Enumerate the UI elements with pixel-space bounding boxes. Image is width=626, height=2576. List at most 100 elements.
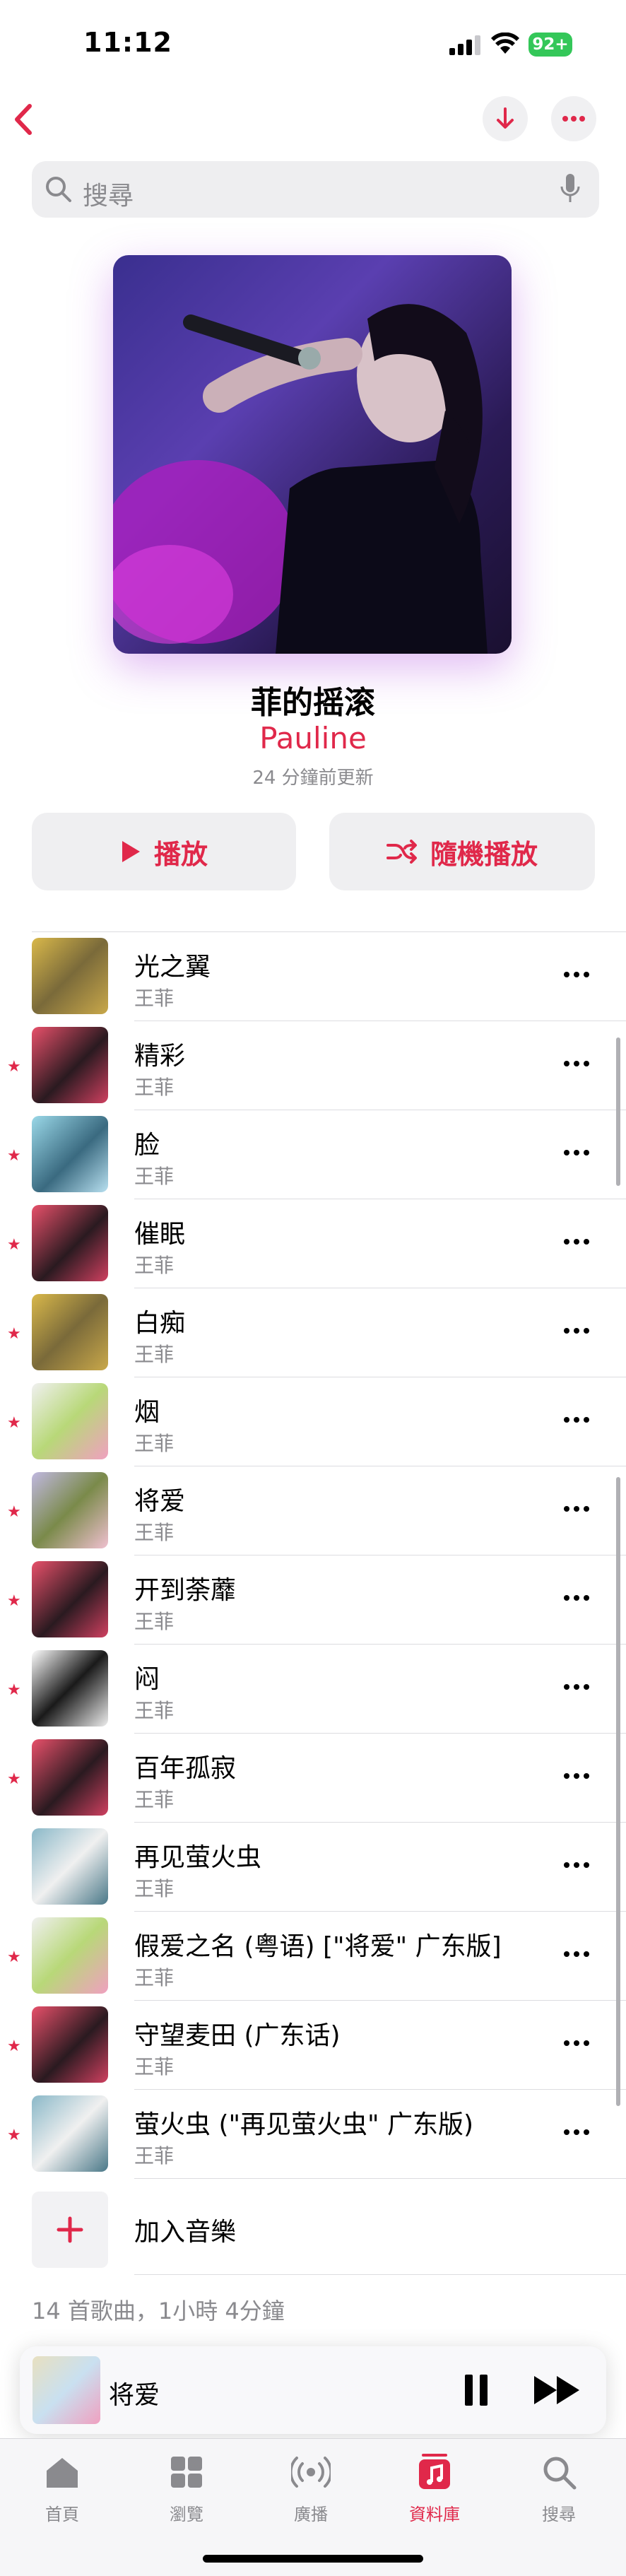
- song-more-button[interactable]: [564, 1057, 592, 1071]
- tab-radio[interactable]: 廣播: [268, 2452, 353, 2525]
- tab-library[interactable]: 資料庫: [392, 2452, 477, 2525]
- library-icon: [419, 2454, 450, 2489]
- song-artwork: [32, 938, 108, 1014]
- favorite-star-icon: ★: [7, 1236, 21, 1254]
- song-more-button[interactable]: [564, 1947, 592, 1961]
- song-title: 催眠: [134, 1220, 186, 1249]
- song-artwork: [32, 1383, 108, 1459]
- song-row[interactable]: ★ 百年孤寂 王菲: [0, 1734, 626, 1823]
- song-artwork: [32, 1561, 108, 1637]
- download-arrow-icon: [497, 107, 514, 129]
- plus-icon: [57, 2216, 83, 2243]
- song-more-button[interactable]: [564, 1858, 592, 1872]
- add-music-label: 加入音樂: [134, 2218, 237, 2247]
- song-artist: 王菲: [134, 1877, 175, 1900]
- song-row[interactable]: ★ 守望麦田 (广东话) 王菲: [0, 2001, 626, 2090]
- pause-icon[interactable]: [462, 2373, 490, 2407]
- song-artist: 王菲: [134, 1788, 175, 1811]
- song-more-button[interactable]: [564, 1146, 592, 1160]
- song-artwork: [32, 1828, 108, 1905]
- song-more-button[interactable]: [564, 1680, 592, 1694]
- favorite-star-icon: ★: [7, 1770, 21, 1788]
- shuffle-icon: [386, 840, 417, 864]
- song-artwork: [32, 1917, 108, 1994]
- song-row[interactable]: ★ 催眠 王菲: [0, 1199, 626, 1288]
- search-field[interactable]: 搜尋: [32, 161, 599, 218]
- home-indicator: [203, 2555, 423, 2563]
- shuffle-label: 隨機播放: [430, 838, 538, 870]
- song-row[interactable]: ★ 开到荼蘼 王菲: [0, 1555, 626, 1645]
- song-row[interactable]: ★ 脸王菲: [0, 1110, 626, 1199]
- song-row[interactable]: ★ 白痴 王菲: [0, 1288, 626, 1377]
- play-icon: [122, 841, 140, 862]
- forward-icon[interactable]: [533, 2375, 582, 2406]
- tab-browse[interactable]: 瀏覽: [144, 2452, 229, 2525]
- radio-icon: [289, 2457, 333, 2488]
- song-row[interactable]: ★ 萤火虫 ("再见萤火虫" 广东版) 王菲: [0, 2090, 626, 2179]
- song-artist: 王菲: [134, 1432, 175, 1455]
- song-artist: 王菲: [134, 1610, 175, 1633]
- song-row[interactable]: 光之翼 王菲: [0, 932, 626, 1021]
- song-title: 闷: [134, 1665, 160, 1694]
- play-label: 播放: [153, 838, 208, 870]
- search-icon: [543, 2457, 577, 2490]
- scroll-indicator: [616, 1037, 620, 1186]
- tab-search[interactable]: 搜尋: [516, 2452, 601, 2525]
- song-artist: 王菲: [134, 2055, 175, 2078]
- more-options-button[interactable]: [551, 96, 596, 141]
- song-more-button[interactable]: [564, 1769, 592, 1783]
- song-artist: 王菲: [134, 987, 175, 1010]
- now-playing-artwork: [33, 2356, 100, 2424]
- song-artist: 王菲: [134, 1165, 175, 1188]
- now-playing-title: 将爱: [109, 2381, 160, 2410]
- wifi-icon: [491, 33, 519, 54]
- song-more-button[interactable]: [564, 2036, 592, 2050]
- song-title: 守望麦田 (广东话): [134, 2021, 341, 2050]
- song-artist: 王菲: [134, 2144, 175, 2168]
- play-button[interactable]: 播放: [32, 813, 296, 890]
- favorite-star-icon: ★: [7, 1503, 21, 1521]
- tab-label: 資料庫: [409, 2505, 460, 2524]
- song-more-button[interactable]: [564, 1235, 592, 1249]
- favorite-star-icon: ★: [7, 1592, 21, 1610]
- song-row[interactable]: ★ 假爱之名 (粤语) ["将爱" 广东版] 王菲: [0, 1912, 626, 2001]
- song-row[interactable]: ★ 将爱王菲: [0, 1466, 626, 1555]
- status-time: 11:12: [83, 27, 172, 58]
- playlist-curator[interactable]: Pauline: [0, 721, 626, 755]
- favorite-star-icon: ★: [7, 1147, 21, 1165]
- song-more-button[interactable]: [564, 1502, 592, 1516]
- tab-home[interactable]: 首頁: [20, 2452, 105, 2525]
- shuffle-button[interactable]: 隨機播放: [329, 813, 595, 890]
- song-title: 将爱: [134, 1487, 186, 1516]
- song-title: 假爱之名 (粤语) ["将爱" 广东版]: [134, 1932, 502, 1961]
- song-row[interactable]: ★ 烟王菲: [0, 1377, 626, 1466]
- back-chevron-icon[interactable]: [10, 102, 38, 137]
- song-more-button[interactable]: [564, 1324, 592, 1338]
- tab-label: 首頁: [45, 2505, 79, 2524]
- song-count-summary: 14 首歌曲，1小時 4分鐘: [32, 2298, 285, 2324]
- download-button[interactable]: [483, 96, 528, 141]
- add-icon-tile: [32, 2192, 108, 2268]
- mini-player[interactable]: 将爱: [20, 2346, 606, 2434]
- song-row[interactable]: ★ 闷王菲: [0, 1645, 626, 1734]
- song-artist: 王菲: [134, 1521, 175, 1544]
- tab-label: 廣播: [294, 2505, 328, 2524]
- tab-label: 瀏覽: [170, 2505, 203, 2524]
- favorite-star-icon: ★: [7, 2127, 21, 2144]
- microphone-icon[interactable]: [559, 172, 581, 205]
- song-more-button[interactable]: [564, 1413, 592, 1427]
- song-title: 光之翼: [134, 953, 211, 982]
- scroll-indicator-track: [616, 1477, 620, 2106]
- favorite-star-icon: ★: [7, 1325, 21, 1343]
- song-more-button[interactable]: [564, 2125, 592, 2139]
- song-more-button[interactable]: [564, 968, 592, 982]
- song-row[interactable]: 再见萤火虫 王菲: [0, 1823, 626, 1912]
- add-music-row[interactable]: 加入音樂: [0, 2186, 626, 2275]
- search-placeholder: 搜尋: [83, 182, 134, 211]
- favorite-star-icon: ★: [7, 1681, 21, 1699]
- song-title: 再见萤火虫: [134, 1843, 262, 1872]
- browse-icon: [171, 2457, 202, 2488]
- song-more-button[interactable]: [564, 1591, 592, 1605]
- favorite-star-icon: ★: [7, 1948, 21, 1966]
- song-row[interactable]: ★ 精彩 王菲: [0, 1021, 626, 1110]
